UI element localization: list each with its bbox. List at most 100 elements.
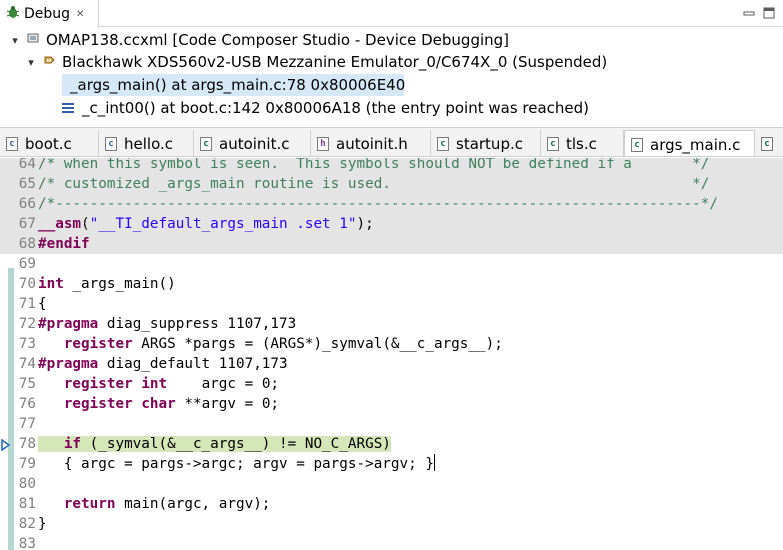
- code-line[interactable]: 70 int _args_main(): [0, 274, 783, 294]
- code-line[interactable]: 79 { argc = pargs->argc; argv = pargs->a…: [0, 454, 783, 474]
- code-token: (: [81, 216, 90, 232]
- code-line[interactable]: 82}: [0, 514, 783, 534]
- code-line[interactable]: 74 #pragma diag_default 1107,173: [0, 354, 783, 374]
- tab-args-main-c[interactable]: c args_main.c: [624, 130, 755, 156]
- code-line[interactable]: 68 #endif: [0, 234, 783, 254]
- line-number: 66: [18, 196, 36, 212]
- c-file-icon: c: [105, 136, 117, 151]
- code-token: ARGS *pargs = (ARGS*)_symval(&__c_args__…: [132, 336, 503, 352]
- code-text: __asm("__TI_default_args_main .set 1");: [38, 214, 374, 234]
- code-line[interactable]: 66/*------------------------------------…: [0, 194, 783, 214]
- code-token: #pragma: [38, 316, 99, 332]
- code-token: register: [63, 396, 133, 412]
- code-line[interactable]: 73 register ARGS *pargs = (ARGS*)_symval…: [0, 334, 783, 354]
- tab-boot-c[interactable]: c boot.c: [0, 130, 99, 156]
- maximize-icon[interactable]: [761, 5, 777, 21]
- tree-row-emulator[interactable]: ▾ Blackhawk XDS560v2-USB Mezzanine Emula…: [24, 51, 607, 73]
- tree-label: _args_main() at args_main.c:78 0x80006E4…: [70, 76, 406, 94]
- code-token: __asm: [38, 216, 82, 232]
- code-text: /*--------------------------------------…: [38, 194, 718, 214]
- code-line[interactable]: 76 register char **argv = 0;: [0, 394, 783, 414]
- tree-label: _c_int00() at boot.c:142 0x80006A18 (the…: [82, 99, 590, 117]
- line-number: 72: [18, 316, 36, 332]
- editor-tab-strip: c boot.c c hello.c c autoinit.c h autoin…: [0, 127, 783, 157]
- thread-suspended-icon: [42, 53, 56, 71]
- tree-row-frame-c-int00[interactable]: _c_int00() at boot.c:142 0x80006A18 (the…: [62, 97, 589, 119]
- tab-label: hello.c: [124, 134, 173, 153]
- code-line[interactable]: 83: [0, 534, 783, 550]
- tab-autoinit-c[interactable]: c autoinit.c: [194, 130, 311, 156]
- code-token: /* when this symbol is seen. This symbol…: [38, 158, 710, 172]
- line-number: 76: [18, 396, 36, 412]
- code-text: { argc = pargs->argc; argv = pargs->argv…: [38, 454, 435, 474]
- code-line[interactable]: 77: [0, 414, 783, 434]
- code-line[interactable]: 80: [0, 474, 783, 494]
- tree-row-frame-args-main[interactable]: _args_main() at args_main.c:78 0x80006E4…: [62, 74, 406, 96]
- tree-label: Blackhawk XDS560v2-USB Mezzanine Emulato…: [62, 53, 608, 71]
- line-number: 71: [18, 296, 36, 312]
- debug-view: Debug ✕ ▾ OMAP138.ccxml [Code Composer S…: [0, 0, 783, 126]
- line-number: 67: [18, 216, 36, 232]
- code-token: diag_default 1107,173: [98, 356, 288, 372]
- chevron-down-icon[interactable]: ▾: [24, 56, 38, 69]
- tab-label: args_main.c: [650, 135, 741, 154]
- text-cursor: [433, 454, 435, 471]
- code-token: **argv = 0;: [175, 396, 280, 412]
- tab-hello-c[interactable]: c hello.c: [99, 130, 194, 156]
- code-line[interactable]: 75 register int argc = 0;: [0, 374, 783, 394]
- code-token: diag_suppress 1107,173: [98, 316, 297, 332]
- code-text: #endif: [38, 234, 90, 254]
- code-text: #pragma diag_default 1107,173: [38, 354, 288, 374]
- tab-debug[interactable]: Debug ✕: [0, 0, 99, 28]
- current-line-highlight: if (_symval(&__c_args__) != NO_C_ARGS): [38, 436, 391, 452]
- chevron-down-icon[interactable]: ▾: [8, 34, 22, 47]
- code-token: {: [38, 296, 47, 312]
- code-editor[interactable]: 64/* when this symbol is seen. This symb…: [0, 158, 783, 550]
- code-line[interactable]: 71{: [0, 294, 783, 314]
- h-file-icon: h: [317, 136, 329, 151]
- tab-label: startup.c: [456, 134, 523, 153]
- code-line[interactable]: 78 if (_symval(&__c_args__) != NO_C_ARGS…: [0, 434, 783, 454]
- code-text: /* customized _args_main routine is used…: [38, 174, 709, 194]
- line-number: 79: [18, 456, 36, 472]
- code-token: register: [63, 376, 133, 392]
- debug-bug-icon: [6, 5, 20, 23]
- line-number: 68: [18, 236, 36, 252]
- tab-overflow[interactable]: c: [755, 130, 783, 156]
- line-number: 65: [18, 176, 36, 192]
- code-text: {: [38, 294, 47, 314]
- tab-autoinit-h[interactable]: h autoinit.h: [311, 130, 431, 156]
- code-token: argc = 0;: [167, 376, 280, 392]
- line-number: 69: [18, 256, 36, 272]
- tab-label: tls.c: [566, 134, 597, 153]
- code-token: "__TI_default_args_main .set 1": [89, 216, 357, 232]
- code-token: int: [38, 276, 64, 292]
- stack-frame-icon: [62, 103, 74, 113]
- line-number: 78: [18, 436, 36, 452]
- tab-label: boot.c: [25, 134, 72, 153]
- code-line[interactable]: 72 #pragma diag_suppress 1107,173: [0, 314, 783, 334]
- tree-row-target-config[interactable]: ▾ OMAP138.ccxml [Code Composer Studio - …: [8, 29, 509, 51]
- line-number: 77: [18, 416, 36, 432]
- c-file-icon: c: [547, 136, 559, 151]
- code-line[interactable]: 69: [0, 254, 783, 274]
- code-token: register: [63, 336, 133, 352]
- code-line[interactable]: 67 __asm("__TI_default_args_main .set 1")…: [0, 214, 783, 234]
- minimize-icon[interactable]: [741, 5, 757, 21]
- line-number: 81: [18, 496, 36, 512]
- code-line[interactable]: 64/* when this symbol is seen. This symb…: [0, 158, 783, 174]
- tab-startup-c[interactable]: c startup.c: [431, 130, 541, 156]
- code-token: char: [141, 396, 176, 412]
- tab-tls-c[interactable]: c tls.c: [541, 130, 624, 156]
- line-number: 70: [18, 276, 36, 292]
- code-line[interactable]: 81 return main(argc, argv);: [0, 494, 783, 514]
- code-line[interactable]: 65/* customized _args_main routine is us…: [0, 174, 783, 194]
- code-token: #endif: [38, 236, 90, 252]
- line-number: 80: [18, 476, 36, 492]
- close-icon[interactable]: ✕: [76, 9, 84, 20]
- c-file-icon: c: [631, 137, 643, 152]
